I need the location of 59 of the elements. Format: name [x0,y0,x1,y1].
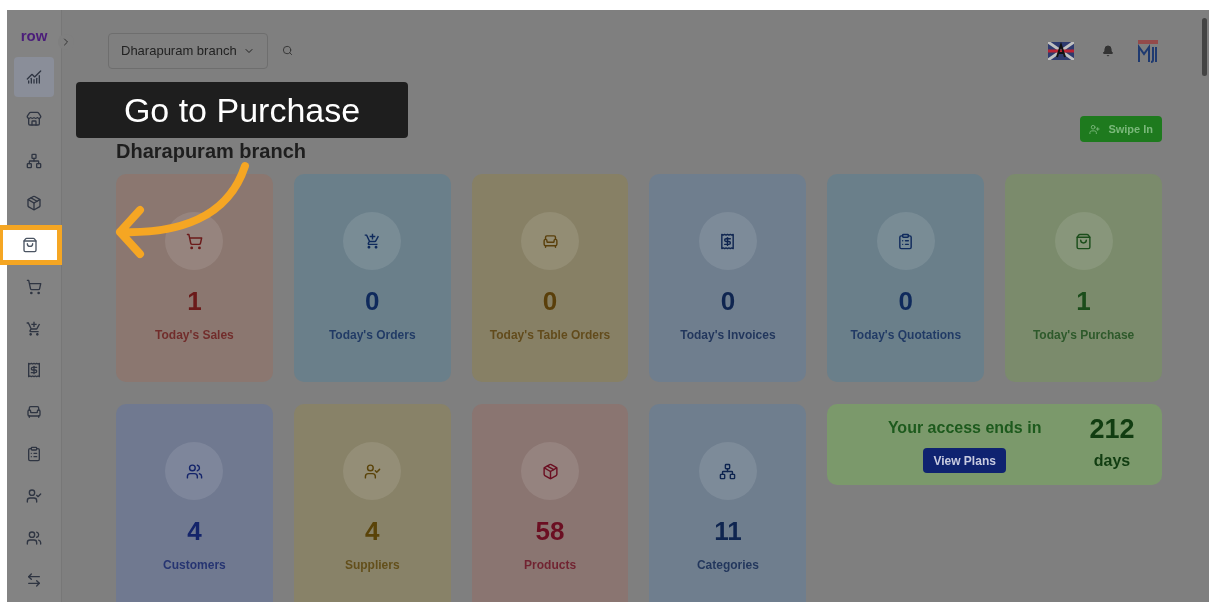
list-icon [26,446,42,463]
stat-value: 4 [365,518,380,544]
sidebar-item[interactable] [14,57,54,97]
users-icon [26,530,42,547]
days-count: 212 [1089,416,1135,443]
hierarchy-icon [26,152,42,169]
search-icon[interactable] [281,45,293,56]
table-icon [26,404,42,421]
stat-label: Today's Orders [328,327,416,344]
stat-label: Today's Sales [155,327,234,344]
sidebar-item[interactable] [0,224,62,265]
stat-label: Customers [163,557,226,574]
stat-value: 0 [542,288,558,314]
stat-value: 0 [365,288,380,314]
stat-value: 1 [187,288,202,314]
stat-label: Categories [696,557,759,574]
user-check-icon [363,462,381,480]
avatar-logo-icon[interactable] [1136,37,1160,64]
user-check-icon [26,488,42,505]
stat-label: Today's Quotations [850,327,962,344]
stat-value: 58 [535,518,565,544]
hierarchy-icon [719,462,737,480]
access-text: Your access ends in [887,418,1042,438]
chart-icon [26,68,42,85]
branch-select[interactable]: Dharapuram branch [108,32,268,69]
stat-value: 1 [1076,288,1091,314]
flag-icon[interactable] [1048,41,1074,60]
list-icon [897,232,915,250]
shopping-bag-icon [1075,232,1093,250]
transfer-icon [26,572,42,589]
page-title: Dharapuram branch [116,139,307,164]
receipt-icon [26,362,42,379]
stat-value: 11 [714,518,742,544]
cart-icon [185,232,203,250]
stat-label: Today's Purchase [1032,327,1135,344]
bell-icon[interactable] [1102,44,1114,57]
cart-icon [26,278,42,295]
logo: row [20,28,48,43]
stat-value: 0 [898,288,913,314]
tooltip-text: Go to Purchase [123,89,361,131]
shopping-bag-icon [22,236,38,253]
stat-label: Today's Invoices [680,327,776,344]
stat-label: Products [524,557,577,574]
stat-label: Suppliers [344,557,400,574]
store-icon [26,110,42,127]
swipe-in-button[interactable]: Swipe In [1080,116,1162,142]
users-icon [185,462,203,480]
receipt-icon [719,232,737,250]
table-icon [541,232,559,250]
user-icon [1089,123,1101,135]
stat-value: 0 [720,288,736,314]
cart-plus-icon [26,320,42,337]
box-icon [26,194,42,211]
view-plans-button[interactable]: View Plans [923,448,1006,473]
stat-label: Today's Table Orders [489,327,611,344]
stat-value: 4 [187,518,202,544]
cart-plus-icon [363,232,381,250]
box-icon [541,462,559,480]
days-label: days [1093,451,1131,471]
